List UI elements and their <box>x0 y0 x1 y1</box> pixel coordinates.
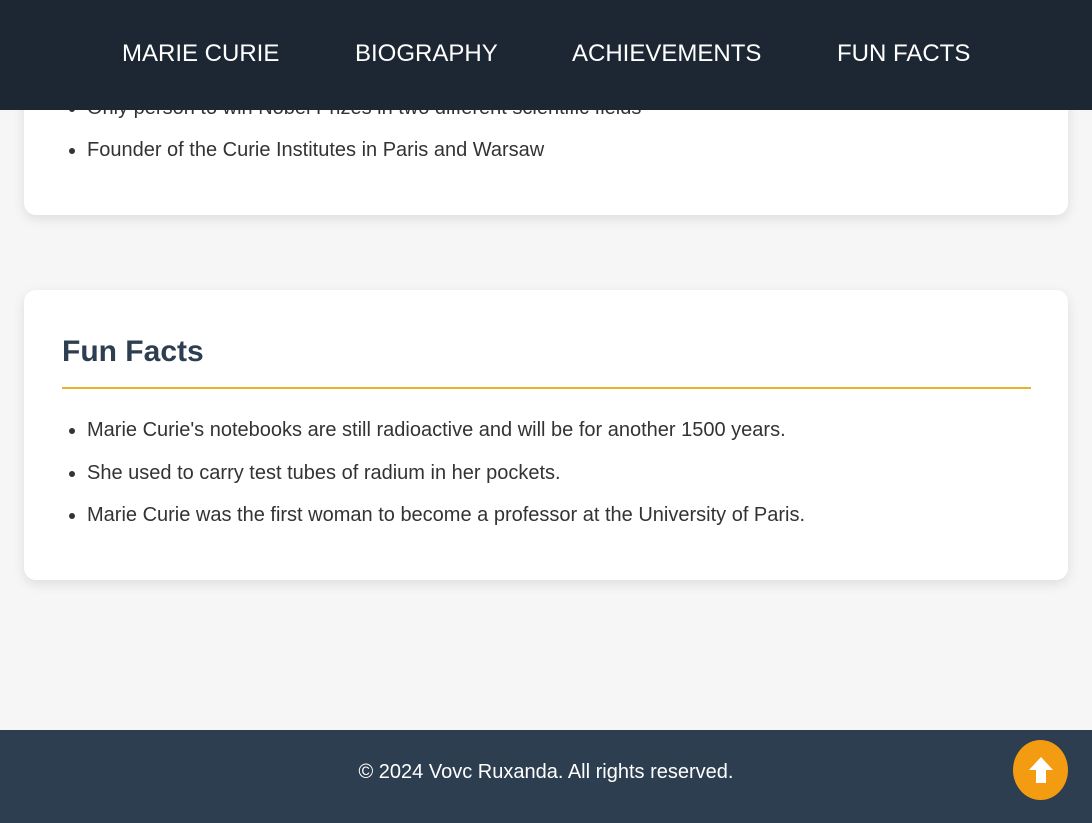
fun-facts-list: Marie Curie's notebooks are still radioa… <box>87 420 805 548</box>
nav-link-marie-curie[interactable]: MARIE CURIE <box>122 40 279 68</box>
footer-copyright: © 2024 Vovc Ruxanda. All rights reserved… <box>358 761 734 783</box>
list-item: Marie Curie was the first woman to becom… <box>87 505 805 525</box>
section-title: Fun Facts <box>62 335 204 368</box>
nav-link-fun-facts[interactable]: FUN FACTS <box>837 40 970 68</box>
title-divider <box>62 387 1031 389</box>
page: Only person to win Nobel Prizes in two d… <box>0 0 1092 823</box>
footer: © 2024 Vovc Ruxanda. All rights reserved… <box>0 730 1092 823</box>
fun-facts-card: Fun Facts Marie Curie's notebooks are st… <box>24 290 1068 580</box>
list-item: Founder of the Curie Institutes in Paris… <box>87 140 641 160</box>
achievements-list: Only person to win Nobel Prizes in two d… <box>87 98 641 182</box>
arrow-up-icon <box>1028 757 1053 783</box>
back-to-top-button[interactable] <box>1013 740 1068 800</box>
navbar: MARIE CURIE BIOGRAPHY ACHIEVEMENTS FUN F… <box>0 0 1092 110</box>
list-item: She used to carry test tubes of radium i… <box>87 463 805 483</box>
nav-link-biography[interactable]: BIOGRAPHY <box>355 40 498 68</box>
list-item: Marie Curie's notebooks are still radioa… <box>87 420 805 440</box>
nav-link-achievements[interactable]: ACHIEVEMENTS <box>572 40 761 68</box>
